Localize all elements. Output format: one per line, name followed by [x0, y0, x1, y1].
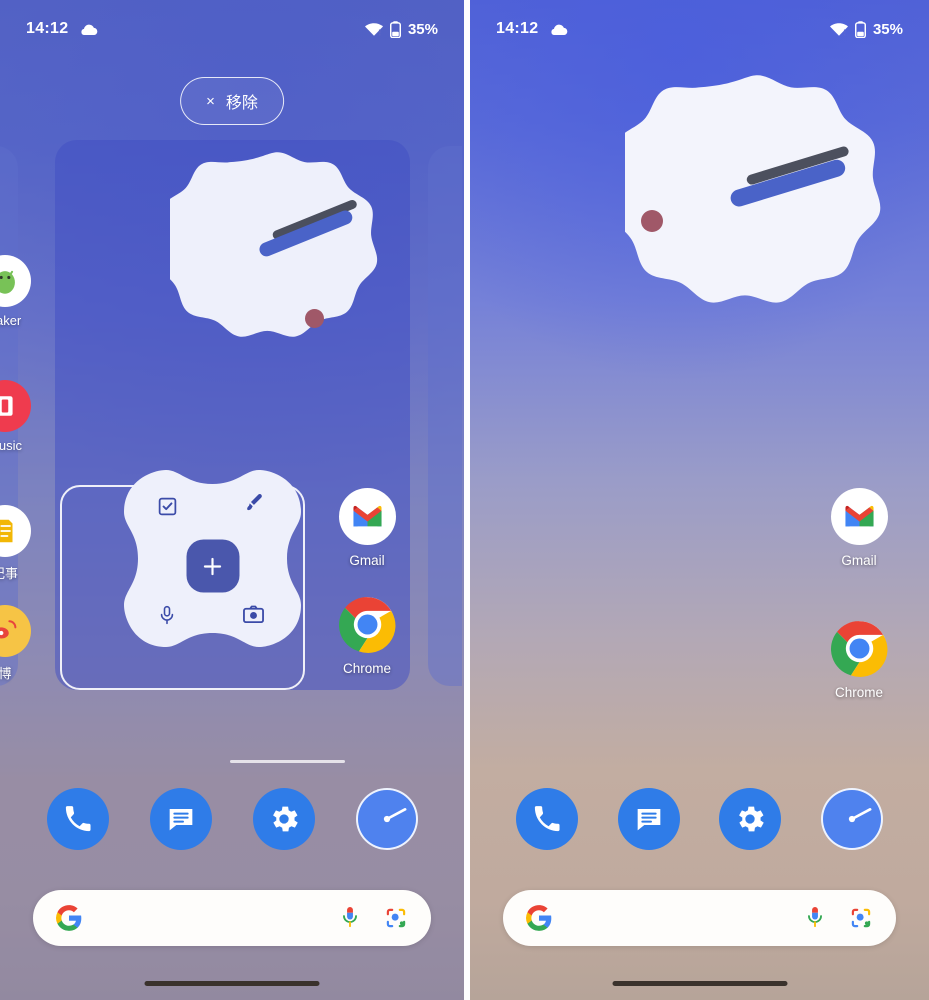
cloud-icon [81, 24, 98, 35]
weibo-icon [0, 605, 31, 657]
brush-icon[interactable] [244, 492, 266, 519]
android-green-icon [0, 255, 31, 307]
google-search-bar[interactable] [33, 890, 431, 946]
battery-icon [854, 20, 866, 38]
clock-blob-shape [625, 75, 881, 303]
messages-icon [637, 809, 660, 831]
dock-item-settings[interactable] [252, 788, 315, 850]
dock-item-messages[interactable] [617, 788, 680, 850]
dock-item-phone[interactable] [46, 788, 109, 850]
keep-new-note-button[interactable] [186, 539, 239, 593]
edge-app-music[interactable]: Music [0, 380, 40, 453]
status-bar-left: 14:12 [496, 20, 568, 38]
dock [470, 788, 929, 850]
battery-icon [389, 20, 401, 38]
gesture-navigation-bar[interactable] [612, 981, 787, 986]
page-indicator[interactable] [230, 760, 345, 763]
messages-icon [169, 809, 192, 831]
home-page-peek-right[interactable] [428, 146, 462, 686]
dock-item-phone[interactable] [515, 788, 578, 850]
wifi-warning-icon [829, 22, 848, 36]
dock-item-settings[interactable] [719, 788, 782, 850]
google-g-icon [56, 905, 82, 931]
dual-screenshot-root: 14:12 35% × 移除 ker usic 事 博 Gmail Chrome… [0, 0, 929, 1000]
phone-icon [534, 806, 560, 832]
app-chrome[interactable]: Chrome [326, 596, 408, 676]
app-chrome[interactable]: Chrome [818, 620, 900, 700]
keep-quick-capture-widget[interactable] [120, 466, 305, 666]
edge-app-label: Music [0, 438, 22, 453]
phone-panel-widget-edit: 14:12 35% × 移除 ker usic 事 博 Gmail Chrome [0, 0, 464, 1000]
clock-icon [848, 808, 872, 823]
dock-item-messages[interactable] [149, 788, 212, 850]
app-label: Gmail [841, 553, 877, 568]
status-bar: 14:12 35% [0, 0, 464, 58]
status-time: 14:12 [26, 20, 69, 37]
phone-icon [65, 806, 91, 832]
music-red-icon [0, 380, 31, 432]
app-label: Chrome [834, 685, 883, 700]
wifi-warning-icon [364, 22, 383, 36]
phone-panel-home-screen: 14:12 35% Gmail Chrome [470, 0, 929, 1000]
cloud-icon [551, 24, 568, 35]
status-bar-right: 35% [364, 20, 438, 38]
microphone-icon[interactable] [157, 604, 177, 631]
status-time: 14:12 [496, 20, 539, 37]
chrome-icon [338, 596, 396, 653]
microphone-icon[interactable] [804, 905, 826, 931]
close-icon: × [206, 92, 215, 110]
search-actions [804, 905, 874, 931]
gear-icon [739, 806, 765, 832]
edge-app-label: haker [0, 313, 22, 328]
dock-item-clock[interactable] [821, 788, 884, 850]
app-label: Chrome [342, 661, 391, 676]
checkbox-icon[interactable] [157, 496, 178, 522]
remove-button-label: 移除 [225, 95, 258, 112]
gesture-navigation-bar[interactable] [144, 981, 320, 986]
edge-app-weibo[interactable]: 博 [0, 605, 40, 682]
clock-widget[interactable] [625, 70, 890, 335]
edge-app-notes[interactable]: 记事 [0, 505, 40, 582]
search-input[interactable] [83, 909, 339, 927]
notes-yellow-icon [0, 505, 31, 557]
app-gmail[interactable]: Gmail [326, 488, 408, 568]
app-gmail[interactable]: Gmail [818, 488, 900, 568]
google-lens-icon[interactable] [383, 905, 409, 931]
remove-widget-button[interactable]: × 移除 [180, 77, 284, 125]
plus-icon [203, 557, 222, 575]
edge-app-label: 博 [0, 666, 12, 681]
search-input[interactable] [553, 909, 804, 927]
status-bar-right: 35% [829, 20, 903, 38]
edge-app-shaker[interactable]: haker [0, 255, 40, 328]
clock-icon [383, 808, 406, 823]
clock-blob-shape [170, 152, 378, 337]
edge-app-label: 记事 [0, 566, 18, 581]
search-actions [339, 905, 409, 931]
camera-icon[interactable] [242, 604, 265, 630]
google-search-bar[interactable] [503, 890, 896, 946]
chrome-icon [830, 620, 888, 677]
google-g-icon [526, 905, 552, 931]
status-bar-left: 14:12 [26, 20, 98, 38]
gmail-icon [830, 488, 888, 545]
status-bar: 14:12 35% [470, 0, 929, 58]
google-lens-icon[interactable] [848, 905, 874, 931]
battery-percent: 35% [872, 20, 903, 38]
microphone-icon[interactable] [339, 905, 361, 931]
gmail-icon [338, 488, 396, 545]
clock-widget[interactable] [170, 148, 385, 363]
dock [0, 788, 464, 850]
battery-percent: 35% [407, 20, 438, 38]
gear-icon [272, 806, 298, 832]
dock-item-clock[interactable] [355, 788, 418, 850]
app-label: Gmail [349, 553, 385, 568]
